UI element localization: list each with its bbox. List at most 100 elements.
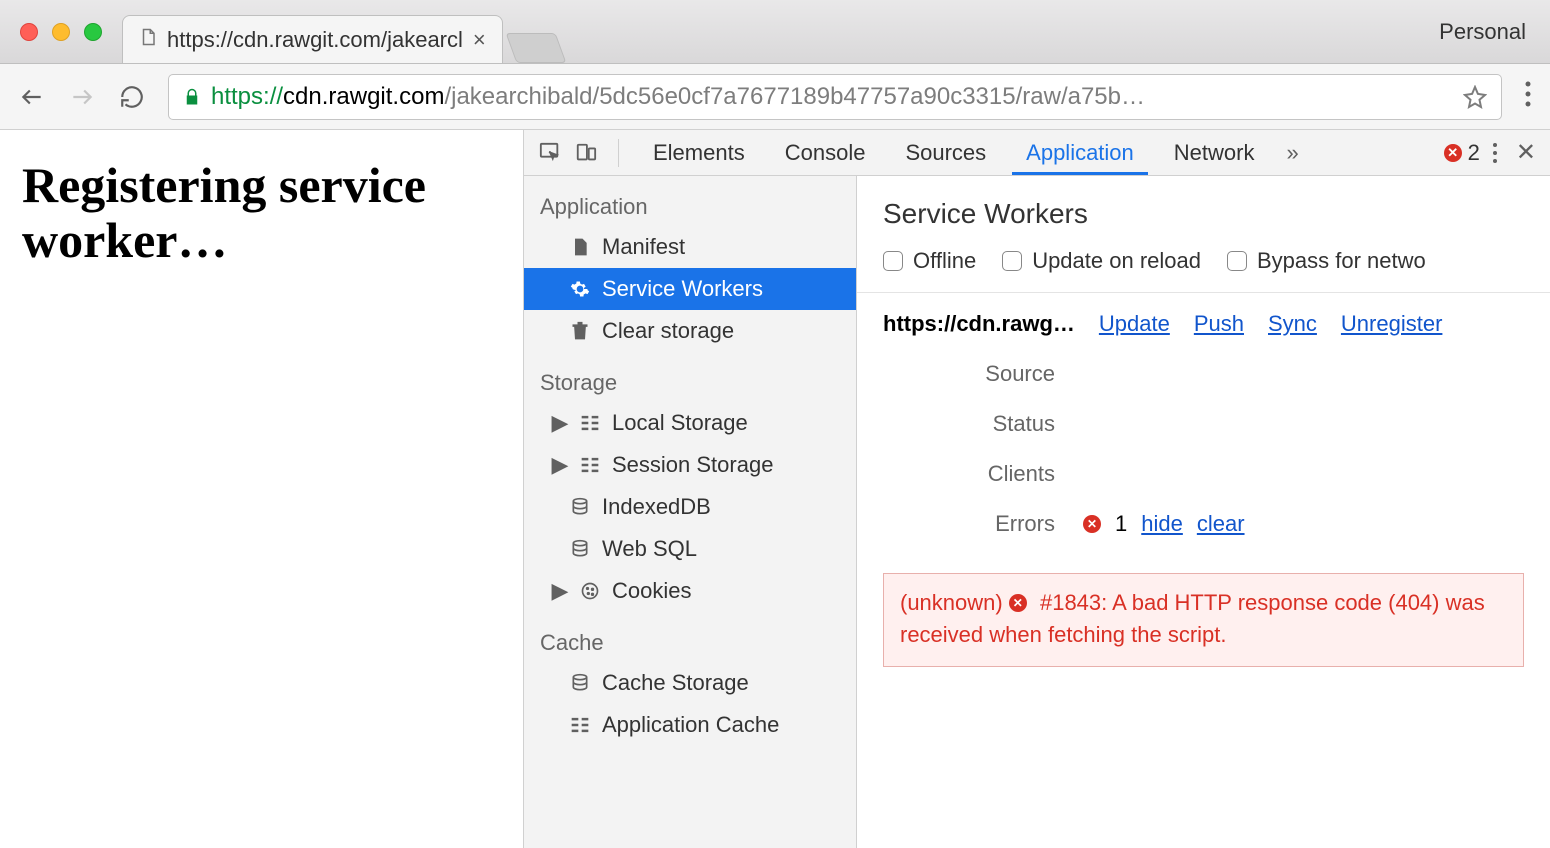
forward-button[interactable] bbox=[68, 83, 96, 111]
sidebar-item-local-storage[interactable]: ▶ Local Storage bbox=[524, 402, 856, 444]
separator bbox=[618, 139, 619, 167]
traffic-lights bbox=[20, 23, 102, 41]
error-prefix: (unknown) bbox=[900, 588, 1003, 619]
titlebar: https://cdn.rawgit.com/jakearcl × Person… bbox=[0, 0, 1550, 64]
application-main: Service Workers Offline Update on reload… bbox=[857, 176, 1550, 848]
tab-sources[interactable]: Sources bbox=[891, 130, 1000, 175]
devtools: Elements Console Sources Application Net… bbox=[523, 130, 1550, 848]
error-indicator[interactable]: ✕ 2 bbox=[1444, 140, 1480, 166]
file-icon bbox=[568, 237, 592, 257]
checkbox-icon bbox=[1227, 251, 1247, 271]
omnibox[interactable]: https://cdn.rawgit.com/jakearchibald/5dc… bbox=[168, 74, 1502, 120]
disclosure-triangle-icon[interactable]: ▶ bbox=[552, 410, 568, 436]
bookmark-star-icon[interactable] bbox=[1463, 85, 1487, 109]
content-area: Registering service worker… Elements Con… bbox=[0, 130, 1550, 848]
sidebar-item-cookies[interactable]: ▶ Cookies bbox=[524, 570, 856, 612]
device-toggle-icon[interactable] bbox=[574, 142, 598, 164]
browser-window: https://cdn.rawgit.com/jakearcl × Person… bbox=[0, 0, 1550, 848]
error-icon: ✕ bbox=[1083, 515, 1101, 533]
disclosure-triangle-icon[interactable]: ▶ bbox=[552, 452, 568, 478]
scope-label: https://cdn.rawg… bbox=[883, 311, 1075, 337]
application-sidebar: Application Manifest Service Workers Cle… bbox=[524, 176, 857, 848]
errors-value: ✕ 1 hide clear bbox=[1083, 511, 1245, 537]
sidebar-item-label: Clear storage bbox=[602, 318, 734, 344]
checkbox-label: Bypass for netwo bbox=[1257, 248, 1426, 274]
sidebar-item-label: Local Storage bbox=[612, 410, 748, 436]
sync-link[interactable]: Sync bbox=[1268, 311, 1317, 337]
page-icon bbox=[139, 26, 157, 54]
sidebar-item-label: Session Storage bbox=[612, 452, 773, 478]
tab-title: https://cdn.rawgit.com/jakearcl bbox=[167, 27, 463, 53]
table-icon bbox=[578, 455, 602, 475]
url-path: /jakearchibald/5dc56e0cf7a7677189b47757a… bbox=[444, 83, 1145, 110]
sidebar-section-application: Application bbox=[524, 176, 856, 226]
database-icon bbox=[568, 539, 592, 559]
sidebar-item-websql[interactable]: Web SQL bbox=[524, 528, 856, 570]
label-clients: Clients bbox=[883, 461, 1083, 487]
sidebar-item-manifest[interactable]: Manifest bbox=[524, 226, 856, 268]
checkbox-icon bbox=[883, 251, 903, 271]
service-worker-scope-row: https://cdn.rawg… Update Push Sync Unreg… bbox=[857, 293, 1550, 341]
sidebar-item-cache-storage[interactable]: Cache Storage bbox=[524, 662, 856, 704]
devtools-header: Elements Console Sources Application Net… bbox=[524, 130, 1550, 176]
sidebar-item-indexeddb[interactable]: IndexedDB bbox=[524, 486, 856, 528]
sidebar-item-service-workers[interactable]: Service Workers bbox=[524, 268, 856, 310]
hide-link[interactable]: hide bbox=[1141, 511, 1183, 537]
inspect-icon[interactable] bbox=[538, 142, 562, 164]
minimize-window-button[interactable] bbox=[52, 23, 70, 41]
kebab-menu-icon[interactable] bbox=[1524, 80, 1532, 113]
gear-icon bbox=[568, 279, 592, 299]
error-source: (unknown) ✕ bbox=[900, 588, 1027, 619]
close-window-button[interactable] bbox=[20, 23, 38, 41]
new-tab-button[interactable] bbox=[505, 33, 566, 63]
sidebar-item-label: Web SQL bbox=[602, 536, 697, 562]
unregister-link[interactable]: Unregister bbox=[1341, 311, 1442, 337]
update-link[interactable]: Update bbox=[1099, 311, 1170, 337]
sidebar-item-clear-storage[interactable]: Clear storage bbox=[524, 310, 856, 352]
sidebar-section-storage: Storage bbox=[524, 352, 856, 402]
cookie-icon bbox=[578, 581, 602, 601]
clear-link[interactable]: clear bbox=[1197, 511, 1245, 537]
sidebar-item-label: Application Cache bbox=[602, 712, 779, 738]
label-errors: Errors bbox=[883, 511, 1083, 537]
tab-application[interactable]: Application bbox=[1012, 130, 1148, 175]
more-tabs-icon[interactable]: » bbox=[1280, 140, 1304, 166]
zoom-window-button[interactable] bbox=[84, 23, 102, 41]
devtools-body: Application Manifest Service Workers Cle… bbox=[524, 176, 1550, 848]
sidebar-section-cache: Cache bbox=[524, 612, 856, 662]
devtools-menu-icon[interactable] bbox=[1492, 142, 1498, 164]
sidebar-item-label: Manifest bbox=[602, 234, 685, 260]
sidebar-item-label: IndexedDB bbox=[602, 494, 711, 520]
checkbox-label: Update on reload bbox=[1032, 248, 1201, 274]
url-scheme: https:// bbox=[211, 83, 283, 110]
offline-checkbox[interactable]: Offline bbox=[883, 248, 976, 274]
push-link[interactable]: Push bbox=[1194, 311, 1244, 337]
page-heading: Registering service worker… bbox=[22, 158, 501, 268]
service-workers-options: Offline Update on reload Bypass for netw… bbox=[857, 240, 1550, 293]
tab-close-icon[interactable]: × bbox=[473, 27, 486, 53]
label-status: Status bbox=[883, 411, 1083, 437]
reload-button[interactable] bbox=[118, 83, 146, 111]
browser-tab[interactable]: https://cdn.rawgit.com/jakearcl × bbox=[122, 15, 503, 63]
disclosure-triangle-icon[interactable]: ▶ bbox=[552, 578, 568, 604]
bypass-for-network-checkbox[interactable]: Bypass for netwo bbox=[1227, 248, 1426, 274]
service-workers-title: Service Workers bbox=[857, 176, 1550, 240]
error-count: 1 bbox=[1115, 511, 1127, 537]
tab-elements[interactable]: Elements bbox=[639, 130, 759, 175]
tab-console[interactable]: Console bbox=[771, 130, 880, 175]
sidebar-item-application-cache[interactable]: Application Cache bbox=[524, 704, 856, 746]
tab-strip: https://cdn.rawgit.com/jakearcl × bbox=[122, 0, 1439, 63]
update-on-reload-checkbox[interactable]: Update on reload bbox=[1002, 248, 1201, 274]
error-count: 2 bbox=[1468, 140, 1480, 166]
sidebar-item-label: Service Workers bbox=[602, 276, 763, 302]
devtools-close-icon[interactable]: ✕ bbox=[1516, 138, 1536, 167]
table-icon bbox=[578, 413, 602, 433]
label-source: Source bbox=[883, 361, 1083, 387]
tab-network[interactable]: Network bbox=[1160, 130, 1269, 175]
error-icon: ✕ bbox=[1009, 594, 1027, 612]
url-host: cdn.rawgit.com bbox=[283, 83, 444, 110]
profile-label[interactable]: Personal bbox=[1439, 19, 1526, 45]
service-worker-details: Source Status Clients Errors ✕ 1 hide cl… bbox=[857, 341, 1550, 557]
back-button[interactable] bbox=[18, 83, 46, 111]
sidebar-item-session-storage[interactable]: ▶ Session Storage bbox=[524, 444, 856, 486]
